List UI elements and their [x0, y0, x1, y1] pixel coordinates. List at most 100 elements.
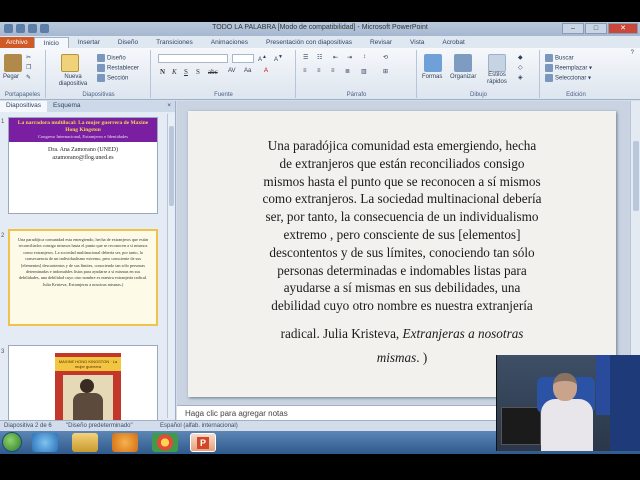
quick-styles-button[interactable]: Estilos rápidos: [482, 72, 512, 86]
scrollbar-thumb[interactable]: [633, 141, 639, 211]
shadow-button[interactable]: S: [196, 68, 200, 76]
book-cover-title: MAXINE HONG KINGSTON · La mujer guerrera: [55, 357, 121, 371]
tab-home[interactable]: Inicio: [33, 37, 69, 48]
new-slide-icon[interactable]: [61, 54, 79, 72]
scrollbar-thumb[interactable]: [169, 126, 174, 206]
tab-acrobat[interactable]: Acrobat: [433, 37, 473, 48]
copy-icon[interactable]: ❐: [26, 64, 31, 71]
font-color-icon[interactable]: A: [264, 68, 268, 74]
ribbon-tabs: Archivo Inicio Insertar Diseño Transicio…: [0, 36, 640, 48]
tab-insert[interactable]: Insertar: [69, 37, 109, 48]
slide-line: de extranjeros que están reconciliados c…: [279, 155, 525, 171]
slide-line: mismos hasta el punto que se reconocen a…: [263, 173, 541, 189]
layout-button[interactable]: Diseño: [97, 54, 126, 62]
bullets-icon[interactable]: ☰: [303, 54, 308, 61]
tab-transitions[interactable]: Transiciones: [147, 37, 202, 48]
tab-outline[interactable]: Esquema: [47, 101, 86, 112]
slide-body-text[interactable]: Una paradójica comunidad esta emergiendo…: [228, 137, 576, 367]
font-size-combo[interactable]: [232, 54, 254, 63]
chrome-icon[interactable]: [152, 433, 178, 452]
slide-line: debilidad cuyo otro nombre es nuestra ex…: [271, 298, 533, 314]
slide-number: 1: [1, 119, 5, 125]
italic-button[interactable]: K: [172, 68, 177, 76]
title-bar: TODO LA PALABRA [Modo de compatibilidad]…: [0, 22, 640, 36]
shrink-font-icon[interactable]: A▼: [274, 54, 283, 63]
justify-icon[interactable]: ≣: [345, 68, 350, 75]
numbering-icon[interactable]: ☷: [317, 54, 322, 61]
slides-group-label: Diapositivas: [82, 92, 115, 98]
webcam-monitor: [501, 407, 541, 445]
tab-animations[interactable]: Animaciones: [202, 37, 257, 48]
text-direction-icon[interactable]: ⟲: [383, 54, 388, 61]
slide-thumbnail-2[interactable]: Una paradójica comunidad esta emergiendo…: [8, 229, 158, 326]
shape-effects-icon[interactable]: ◈: [518, 74, 523, 81]
shapes-icon[interactable]: [424, 54, 442, 72]
citation-author: radical. Julia Kristeva,: [280, 325, 403, 341]
shapes-button[interactable]: Formas: [422, 74, 442, 80]
pane-close-button[interactable]: ×: [163, 101, 175, 112]
change-case-icon[interactable]: Aa: [244, 68, 251, 74]
citation-title: Extranjeras a nosotras: [402, 325, 524, 341]
strikethrough-button[interactable]: abc: [208, 68, 218, 76]
shape-outline-icon[interactable]: ◇: [518, 64, 523, 71]
find-button[interactable]: Buscar: [545, 54, 574, 62]
slide1-email: azamorano@flog.uned.es: [52, 155, 114, 161]
clipboard-group-label: Portapapeles: [4, 92, 41, 98]
cut-icon[interactable]: ✂: [26, 54, 31, 61]
paste-icon[interactable]: [4, 54, 22, 72]
slide-line-citation: radical. Julia Kristeva, Extranjeras a n…: [228, 325, 576, 343]
font-name-combo[interactable]: [158, 54, 228, 63]
tab-design[interactable]: Diseño: [109, 37, 147, 48]
ribbon-help-icon[interactable]: ?: [631, 50, 634, 56]
media-player-icon[interactable]: [112, 433, 138, 452]
tab-slides[interactable]: Diapositivas: [0, 101, 48, 112]
slide-number: 2: [1, 233, 5, 239]
replace-button[interactable]: Reemplazar ▾: [545, 64, 592, 72]
char-spacing-icon[interactable]: AV: [228, 68, 236, 74]
section-icon: [97, 74, 105, 82]
smartart-icon[interactable]: ⊞: [383, 68, 388, 75]
ribbon: Pegar ✂ ❐ ✎ Portapapeles Nueva diapositi…: [0, 48, 640, 100]
grow-font-icon[interactable]: A▲: [258, 54, 267, 63]
line-spacing-icon[interactable]: ↕: [363, 54, 366, 60]
increase-indent-icon[interactable]: ⇥: [347, 54, 352, 61]
close-button[interactable]: ✕: [608, 23, 638, 34]
file-explorer-icon[interactable]: [72, 433, 98, 452]
reset-button[interactable]: Restablecer: [97, 64, 139, 72]
align-center-icon[interactable]: ≡: [317, 68, 321, 74]
new-slide-button[interactable]: Nueva diapositiva: [51, 74, 95, 88]
slides-pane: Diapositivas Esquema × 1 La narradora mu…: [0, 101, 176, 425]
powerpoint-taskbar-icon[interactable]: P: [190, 433, 216, 452]
section-button[interactable]: Sección: [97, 74, 128, 82]
arrange-icon[interactable]: [454, 54, 472, 72]
tab-slideshow[interactable]: Presentación con diapositivas: [257, 37, 361, 48]
minimize-button[interactable]: –: [562, 23, 584, 34]
align-right-icon[interactable]: ≡: [331, 68, 335, 74]
paragraph-group-label: Párrafo: [346, 92, 367, 98]
bold-button[interactable]: N: [160, 68, 165, 76]
language-indicator[interactable]: Español (alfab. internacional): [160, 423, 238, 429]
decrease-indent-icon[interactable]: ⇤: [333, 54, 338, 61]
arrange-button[interactable]: Organizar: [450, 74, 476, 80]
portrait-body: [73, 393, 103, 421]
webcam-video-overlay: [496, 355, 640, 451]
format-painter-icon[interactable]: ✎: [26, 74, 31, 81]
slide-thumbnail-3[interactable]: MAXINE HONG KINGSTON · La mujer guerrera: [8, 345, 158, 425]
start-button[interactable]: [2, 432, 22, 452]
internet-explorer-icon[interactable]: [32, 433, 58, 452]
align-left-icon[interactable]: ≡: [303, 68, 307, 74]
slides-pane-scrollbar[interactable]: [167, 114, 174, 418]
maximize-button[interactable]: □: [585, 23, 607, 34]
quick-styles-icon[interactable]: [488, 54, 506, 72]
slide-line: ayudarse a sí mismas en sus debilidades,…: [283, 280, 521, 296]
paste-button[interactable]: Pegar: [3, 74, 19, 80]
tab-review[interactable]: Revisar: [361, 37, 401, 48]
underline-button[interactable]: S: [184, 68, 188, 76]
drawing-group: Formas Organizar Estilos rápidos ◆ ◇ ◈ D…: [418, 50, 540, 98]
columns-icon[interactable]: ▥: [361, 68, 367, 75]
select-button[interactable]: Seleccionar ▾: [545, 74, 591, 82]
tab-view[interactable]: Vista: [401, 37, 433, 48]
shape-fill-icon[interactable]: ◆: [518, 54, 523, 61]
tab-file[interactable]: Archivo: [0, 37, 34, 48]
slide-thumbnail-1[interactable]: La narradora multilocal: La mujer guerre…: [8, 117, 158, 214]
